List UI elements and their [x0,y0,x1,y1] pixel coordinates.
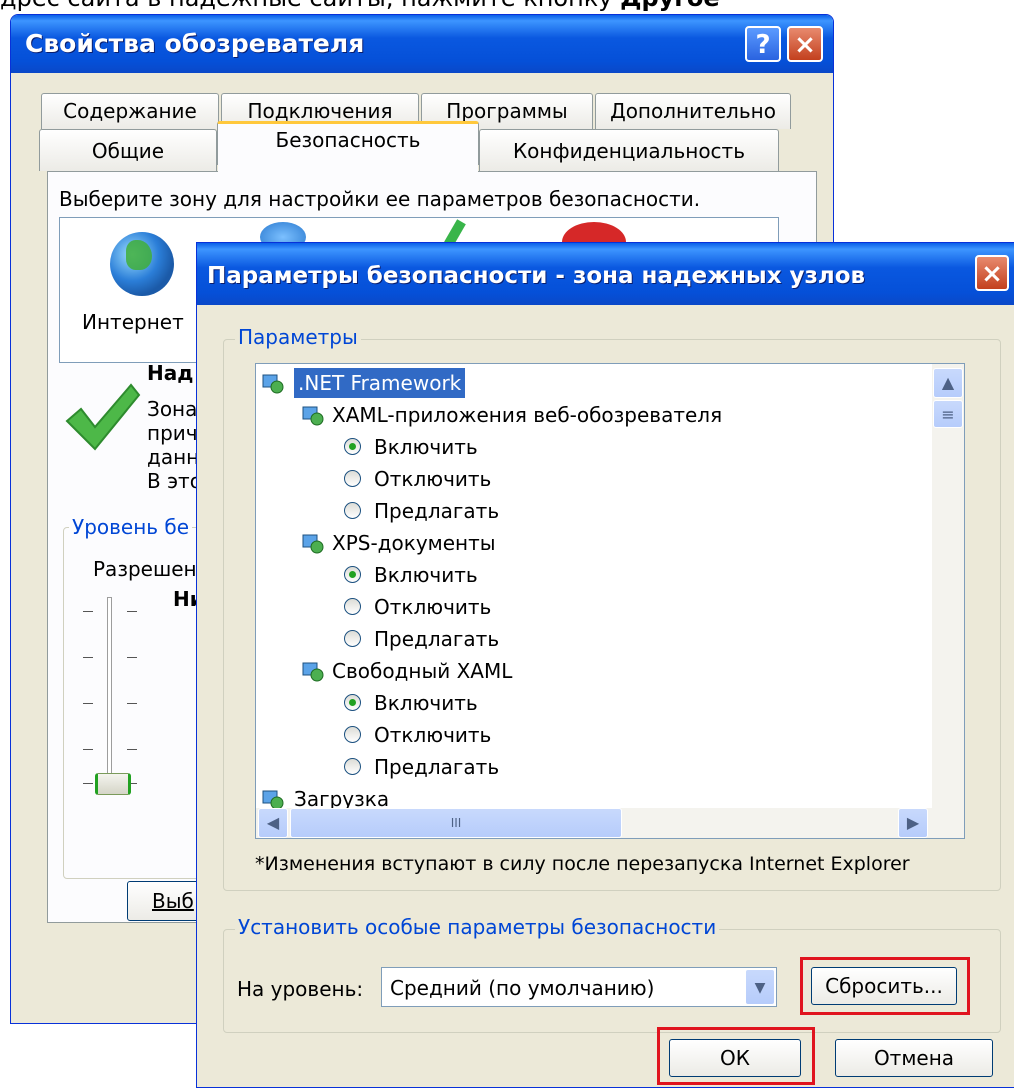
radio-label: Предлагать [374,627,500,651]
zone-title: Над [147,361,194,385]
globe-land [126,240,152,270]
close-button[interactable]: × [975,255,1009,291]
radio-label: Включить [374,563,478,587]
parameters-legend: Параметры [235,325,361,349]
radio-button[interactable] [344,630,361,647]
zone-prompt: Выберите зону для настройки ее параметро… [59,187,701,211]
ok-highlight [657,1027,815,1085]
tree-node-label: Свободный XAML [332,659,513,683]
chevron-down-icon[interactable]: ▼ [745,969,775,1005]
level-select-value: Средний (по умолчанию) [390,976,655,1000]
radio-button[interactable] [344,438,361,455]
radio-button[interactable] [344,758,361,775]
vertical-scrollbar[interactable]: ▲ ≡ [932,364,964,810]
tree-node-label: XPS-документы [332,531,496,555]
help-button[interactable]: ? [745,26,781,62]
tab-advanced[interactable]: Дополнительно [595,93,791,129]
radio-label: Предлагать [374,755,500,779]
security-level-legend: Уровень бе [69,515,193,539]
reset-highlight [800,957,970,1015]
internet-options-title: Свойства обозревателя [25,29,365,58]
tab-content[interactable]: Содержание [41,93,219,129]
checkmark-icon [65,383,141,451]
settings-node-icon [302,406,324,426]
tab-security[interactable]: Безопасность [217,121,479,165]
radio-button[interactable] [344,694,361,711]
zone-desc-line-2: прич [147,421,198,445]
security-settings-window: Параметры безопасности - зона надежных у… [196,242,1014,1088]
settings-tree: .NET Framework XAML-приложения веб-обозр… [255,363,965,839]
active-tab-joint [218,163,478,175]
slider-tick [127,657,137,658]
slider-tick [127,703,137,704]
scroll-hthumb[interactable]: III [290,808,622,838]
scroll-right-button[interactable]: ▶ [898,808,928,838]
radio-label: Включить [374,691,478,715]
radio-button[interactable] [344,726,361,743]
zone-desc-line-1: Зона [147,397,198,421]
allowed-label: Разрешен [93,557,197,581]
tab-general[interactable]: Общие [39,129,217,171]
zone-desc-line-3: данн [147,445,200,469]
settings-node-icon [262,374,284,394]
zone-internet-label[interactable]: Интернет [82,310,184,334]
security-slider-thumb[interactable] [95,773,131,795]
scroll-thumb[interactable]: ≡ [933,400,963,428]
radio-label: Отключить [374,595,492,619]
security-settings-title: Параметры безопасности - зона надежных у… [207,263,866,289]
slider-tick [83,749,93,750]
radio-label: Включить [374,435,478,459]
slider-tick [127,749,137,750]
radio-label: Отключить [374,723,492,747]
scroll-up-button[interactable]: ▲ [933,368,963,398]
close-button[interactable]: × [787,26,823,62]
internet-options-titlebar: Свойства обозревателя ? × [11,15,833,73]
settings-node-icon [262,790,284,810]
radio-button[interactable] [344,566,361,583]
slider-tick [83,703,93,704]
slider-tick [83,657,93,658]
radio-button[interactable] [344,470,361,487]
radio-button[interactable] [344,598,361,615]
tree-node-label: XAML-приложения веб-обозревателя [332,403,723,427]
restart-note: *Изменения вступают в силу после перезап… [255,853,910,875]
scroll-left-button[interactable]: ◀ [258,808,288,838]
horizontal-scrollbar[interactable]: ◀ III ▶ [256,808,964,838]
level-select[interactable]: Средний (по умолчанию) ▼ [381,967,777,1007]
slider-tick [83,611,93,612]
slider-tick [127,611,137,612]
radio-button[interactable] [344,502,361,519]
tab-privacy[interactable]: Конфиденциальность [479,129,779,171]
security-settings-titlebar: Параметры безопасности - зона надежных у… [197,243,1014,305]
zone-desc-line-4: В это [147,469,202,493]
custom-settings-legend: Установить особые параметры безопасности [235,915,720,939]
level-label: На уровень: [237,977,364,1001]
security-slider-track[interactable] [107,597,112,791]
settings-node-icon [302,662,324,682]
radio-label: Предлагать [374,499,500,523]
cancel-button[interactable]: Отмена [835,1039,993,1077]
tree-node-label: .NET Framework [294,368,466,398]
slider-tick [83,783,93,784]
radio-label: Отключить [374,467,492,491]
settings-node-icon [302,534,324,554]
